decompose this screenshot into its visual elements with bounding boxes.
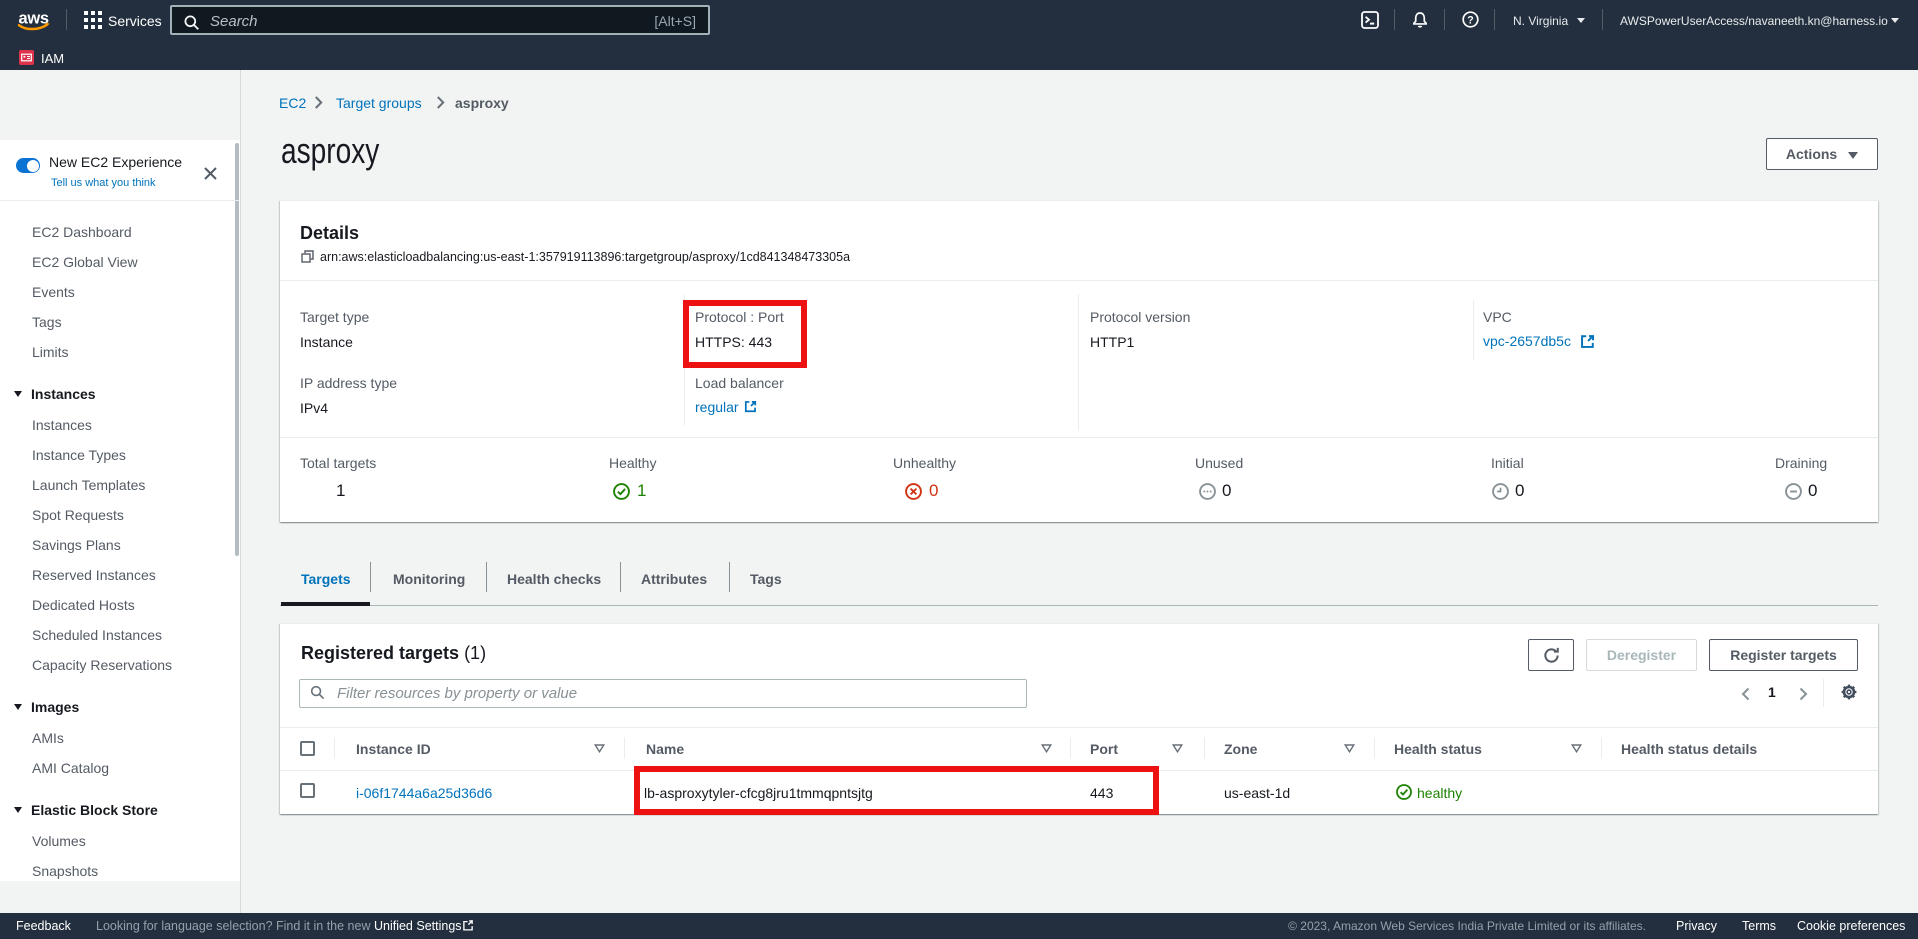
svg-text:aws: aws bbox=[19, 10, 49, 28]
svg-text:?: ? bbox=[1467, 14, 1473, 26]
